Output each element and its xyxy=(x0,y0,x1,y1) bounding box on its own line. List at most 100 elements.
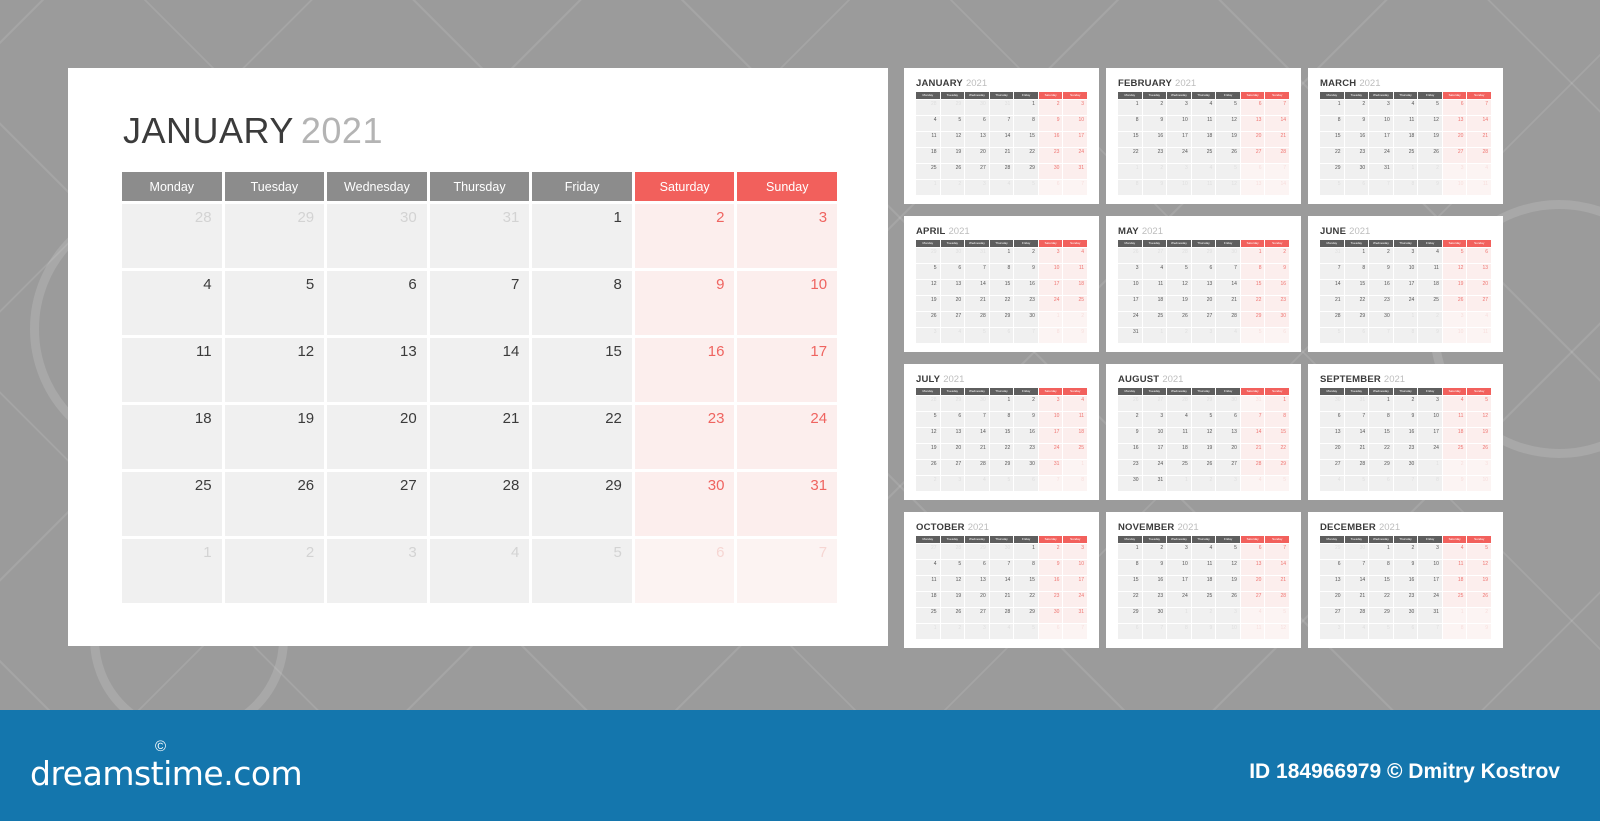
mini-day-cell[interactable]: 29 xyxy=(1265,460,1290,475)
mini-day-cell[interactable]: 2 xyxy=(1142,544,1167,559)
calendar-day-cell[interactable]: 8 xyxy=(532,271,632,335)
mini-day-cell[interactable]: 11 xyxy=(1442,412,1467,427)
mini-day-cell[interactable]: 31 xyxy=(1418,608,1442,623)
mini-day-cell[interactable]: 2 xyxy=(1265,248,1290,263)
mini-day-cell[interactable]: 2 xyxy=(1442,460,1467,475)
mini-day-cell[interactable]: 14 xyxy=(965,428,989,443)
mini-day-cell[interactable]: 7 xyxy=(1393,476,1418,491)
mini-day-cell[interactable]: 12 xyxy=(1418,116,1442,131)
mini-day-cell[interactable]: 11 xyxy=(916,576,940,591)
mini-day-cell[interactable]: 9 xyxy=(1344,116,1369,131)
mini-day-cell[interactable]: 22 xyxy=(1118,148,1142,163)
mini-day-cell[interactable]: 13 xyxy=(1320,428,1344,443)
mini-day-cell[interactable]: 7 xyxy=(1240,412,1265,427)
mini-day-cell[interactable]: 12 xyxy=(1442,264,1467,279)
mini-day-cell[interactable]: 3 xyxy=(916,328,940,343)
mini-day-cell[interactable]: 10 xyxy=(1142,428,1167,443)
mini-day-cell[interactable]: 15 xyxy=(1369,428,1393,443)
calendar-day-cell[interactable]: 24 xyxy=(737,405,838,469)
mini-day-cell[interactable]: 9 xyxy=(1265,264,1290,279)
mini-day-cell[interactable]: 30 xyxy=(1369,312,1393,327)
mini-day-cell[interactable]: 20 xyxy=(940,296,965,311)
mini-day-cell[interactable]: 7 xyxy=(1369,328,1393,343)
mini-day-cell[interactable]: 26 xyxy=(1118,396,1142,411)
mini-day-cell[interactable]: 11 xyxy=(1191,180,1216,195)
mini-day-cell[interactable]: 21 xyxy=(1240,444,1265,459)
mini-day-cell[interactable]: 10 xyxy=(1467,476,1492,491)
calendar-day-cell[interactable]: 26 xyxy=(224,472,325,536)
mini-day-cell[interactable]: 10 xyxy=(1038,264,1063,279)
mini-day-cell[interactable]: 23 xyxy=(1118,460,1142,475)
mini-day-cell[interactable]: 2 xyxy=(940,624,965,639)
mini-day-cell[interactable]: 1 xyxy=(1320,100,1344,115)
mini-day-cell[interactable]: 4 xyxy=(1142,264,1167,279)
mini-day-cell[interactable]: 29 xyxy=(1369,460,1393,475)
mini-day-cell[interactable]: 8 xyxy=(1369,560,1393,575)
calendar-day-cell[interactable]: 3 xyxy=(327,539,427,603)
mini-day-cell[interactable]: 22 xyxy=(1265,444,1290,459)
mini-day-cell[interactable]: 15 xyxy=(1014,576,1038,591)
mini-day-cell[interactable]: 7 xyxy=(1320,264,1344,279)
mini-day-cell[interactable]: 29 xyxy=(1369,608,1393,623)
mini-day-cell[interactable]: 25 xyxy=(916,608,940,623)
mini-day-cell[interactable]: 21 xyxy=(989,148,1014,163)
mini-day-cell[interactable]: 3 xyxy=(1442,164,1467,179)
mini-day-cell[interactable]: 1 xyxy=(1369,544,1393,559)
mini-day-cell[interactable]: 9 xyxy=(1393,412,1418,427)
mini-day-cell[interactable]: 4 xyxy=(1063,248,1088,263)
mini-day-cell[interactable]: 16 xyxy=(1014,428,1038,443)
mini-day-cell[interactable]: 27 xyxy=(940,460,965,475)
mini-day-cell[interactable]: 12 xyxy=(1167,280,1191,295)
mini-day-cell[interactable]: 30 xyxy=(1320,396,1344,411)
mini-day-cell[interactable]: 17 xyxy=(1063,132,1088,147)
mini-day-cell[interactable]: 30 xyxy=(1038,164,1063,179)
mini-day-cell[interactable]: 30 xyxy=(1393,460,1418,475)
mini-day-cell[interactable]: 10 xyxy=(1442,328,1467,343)
mini-day-cell[interactable]: 2 xyxy=(1167,328,1191,343)
mini-day-cell[interactable]: 20 xyxy=(1216,444,1240,459)
mini-day-cell[interactable]: 18 xyxy=(1063,428,1088,443)
mini-day-cell[interactable]: 5 xyxy=(1467,544,1492,559)
calendar-day-cell[interactable]: 9 xyxy=(634,271,735,335)
mini-day-cell[interactable]: 8 xyxy=(1038,328,1063,343)
mini-day-cell[interactable]: 1 xyxy=(1118,544,1142,559)
mini-day-cell[interactable]: 2 xyxy=(1118,412,1142,427)
mini-day-cell[interactable]: 31 xyxy=(1369,164,1393,179)
mini-day-cell[interactable]: 10 xyxy=(1167,116,1191,131)
mini-day-cell[interactable]: 10 xyxy=(1167,180,1191,195)
mini-day-cell[interactable]: 18 xyxy=(916,592,940,607)
mini-day-cell[interactable]: 14 xyxy=(989,132,1014,147)
mini-day-cell[interactable]: 15 xyxy=(1240,280,1265,295)
mini-day-cell[interactable]: 10 xyxy=(1393,264,1418,279)
mini-day-cell[interactable]: 19 xyxy=(1442,280,1467,295)
mini-day-cell[interactable]: 18 xyxy=(1393,132,1418,147)
mini-day-cell[interactable]: 4 xyxy=(1467,312,1492,327)
mini-day-cell[interactable]: 25 xyxy=(1442,592,1467,607)
mini-day-cell[interactable]: 18 xyxy=(916,148,940,163)
mini-day-cell[interactable]: 5 xyxy=(1265,608,1290,623)
mini-day-cell[interactable]: 8 xyxy=(1369,412,1393,427)
mini-day-cell[interactable]: 30 xyxy=(1216,248,1240,263)
mini-day-cell[interactable]: 11 xyxy=(1063,264,1088,279)
mini-day-cell[interactable]: 12 xyxy=(1191,428,1216,443)
mini-day-cell[interactable]: 1 xyxy=(1167,608,1191,623)
mini-day-cell[interactable]: 20 xyxy=(1442,132,1467,147)
mini-day-cell[interactable]: 31 xyxy=(1142,476,1167,491)
mini-day-cell[interactable]: 8 xyxy=(1393,180,1418,195)
mini-day-cell[interactable]: 7 xyxy=(989,116,1014,131)
mini-day-cell[interactable]: 10 xyxy=(1038,412,1063,427)
mini-day-cell[interactable]: 13 xyxy=(940,428,965,443)
mini-day-cell[interactable]: 4 xyxy=(1240,476,1265,491)
mini-day-cell[interactable]: 14 xyxy=(1320,280,1344,295)
mini-day-cell[interactable]: 1 xyxy=(1344,248,1369,263)
mini-day-cell[interactable]: 13 xyxy=(1191,280,1216,295)
mini-day-cell[interactable]: 20 xyxy=(1191,296,1216,311)
mini-day-cell[interactable]: 28 xyxy=(1344,460,1369,475)
mini-day-cell[interactable]: 17 xyxy=(1118,296,1142,311)
mini-day-cell[interactable]: 20 xyxy=(1240,132,1265,147)
calendar-day-cell[interactable]: 3 xyxy=(737,204,838,268)
mini-day-cell[interactable]: 1 xyxy=(916,624,940,639)
mini-day-cell[interactable]: 27 xyxy=(1142,396,1167,411)
mini-day-cell[interactable]: 23 xyxy=(1265,296,1290,311)
mini-day-cell[interactable]: 8 xyxy=(1118,560,1142,575)
